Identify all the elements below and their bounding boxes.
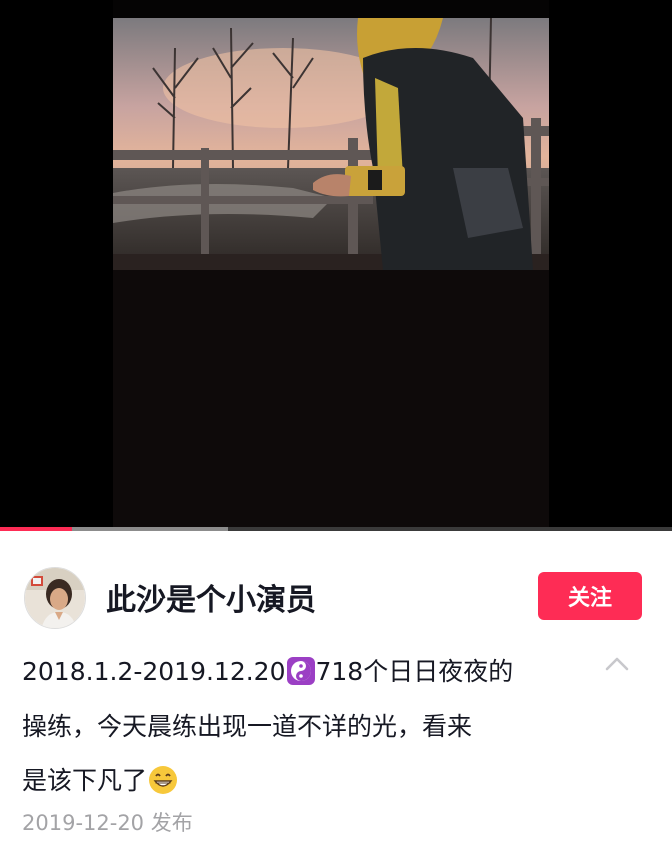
post-info-panel: 此沙是个小演员 关注 2018.1.2-2019.12.20 718个日日夜夜的 …	[0, 531, 672, 848]
follow-button[interactable]: 关注	[538, 572, 642, 620]
yin-yang-icon	[286, 646, 316, 700]
caption-line-3: 是该下凡了	[22, 754, 582, 809]
caption-text-days: 718个日日夜夜的	[315, 657, 514, 686]
caption-text-date-range: 2018.1.2-2019.12.20	[22, 657, 286, 686]
post-date-suffix: 发布	[150, 811, 193, 835]
collapse-chevron-up-icon[interactable]	[604, 654, 630, 674]
video-player[interactable]	[0, 0, 672, 531]
post-date-value: 2019-12-20	[22, 811, 145, 835]
caption-line-1: 2018.1.2-2019.12.20 718个日日夜夜的	[22, 645, 582, 700]
post-date: 2019-12-20 发布	[22, 807, 193, 837]
caption-line-2: 操练，今天晨练出现一道不详的光，看来	[22, 712, 473, 741]
video-frame[interactable]	[113, 0, 549, 528]
video-letterbox-top	[113, 0, 549, 18]
post-caption: 2018.1.2-2019.12.20 718个日日夜夜的 操练，今天晨练出现一道…	[22, 645, 582, 809]
caption-text-end: 是该下凡了	[22, 766, 148, 795]
avatar[interactable]	[24, 567, 86, 629]
avatar-image	[25, 568, 85, 628]
author-name[interactable]: 此沙是个小演员	[106, 575, 316, 619]
grinning-face-icon	[147, 755, 179, 809]
video-still-image	[113, 18, 549, 270]
